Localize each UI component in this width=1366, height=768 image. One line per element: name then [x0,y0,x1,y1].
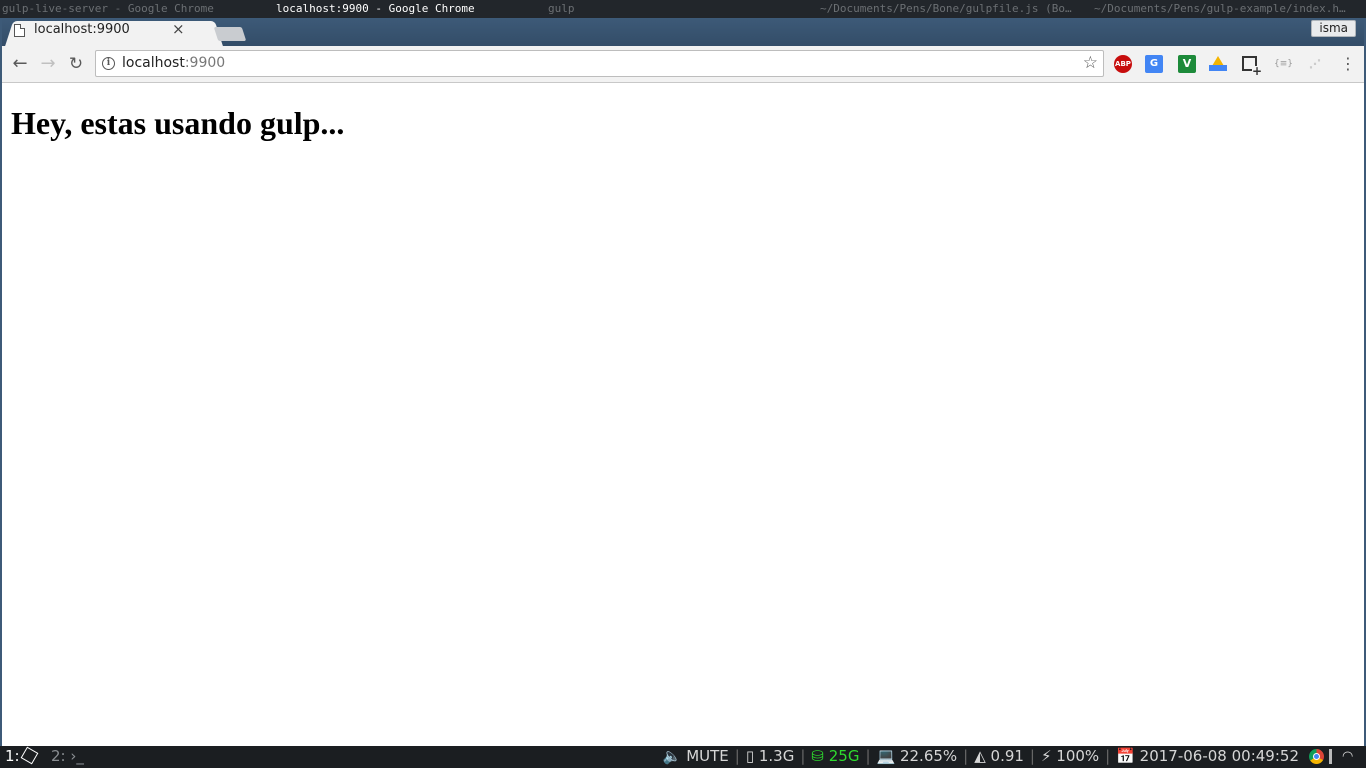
forward-arrow-icon[interactable]: → [38,54,58,74]
screenshot-crop-icon[interactable] [1242,56,1262,76]
reload-icon[interactable]: ↻ [66,54,86,74]
address-bar[interactable]: i localhost:9900 ☆ [95,50,1104,77]
adblock-plus-icon[interactable]: ABP [1114,55,1132,73]
bookmark-star-icon[interactable]: ☆ [1083,53,1098,73]
page-file-icon [14,24,25,37]
codepen-icon [20,746,38,765]
v-extension-icon[interactable]: V [1178,55,1196,73]
page-viewport: Hey, estas usando gulp... [2,84,1364,746]
json-formatter-icon[interactable]: {≡} [1274,55,1293,73]
url-port: :9900 [184,55,226,71]
tab-strip: localhost:9900 × isma [2,18,1364,47]
separator: | [963,747,969,765]
datetime-status: 📅 2017-06-08 00:49:52 [1116,747,1299,765]
tab-close-icon[interactable]: × [172,20,185,38]
status-blocks: 🔈 MUTE | ▯ 1.3G | ⛁ 25G | 💻 22.65% | ◭ 0.91 |… [658,747,1360,765]
load-status: ◭ 0.91 [974,747,1024,765]
network-tray-icon[interactable] [1329,748,1337,764]
window-title-5[interactable]: ~/Documents/Pens/gulp-example/index.h… [1094,2,1346,15]
google-translate-icon[interactable]: G [1145,55,1163,73]
workspace-1[interactable]: 1: [5,746,38,765]
back-arrow-icon[interactable]: ← [10,54,30,74]
page-heading: Hey, estas usando gulp... [11,105,345,141]
url-text[interactable]: localhost:9900 [122,55,225,71]
separator: | [865,747,871,765]
separator: | [734,747,740,765]
site-info-icon[interactable]: i [102,57,115,70]
volume-status[interactable]: 🔈 MUTE [658,747,734,765]
window-title-bar: gulp-live-server - Google Chrome localho… [0,0,1366,18]
url-host: localhost [122,55,185,71]
wifi-tray-icon[interactable]: ◠ [1342,749,1360,764]
browser-window: localhost:9900 × isma ← → ↻ i localhost:… [0,18,1366,746]
battery-status: ⚡ 100% [1040,747,1100,765]
window-title-3[interactable]: gulp [548,2,575,15]
workspace-1-label: 1: [5,747,20,765]
i3-status-bar: 1: 2: ›_ 🔈 MUTE | ▯ 1.3G | ⛁ 25G | 💻 22.65%… [0,746,1366,768]
google-drive-icon[interactable] [1209,56,1227,71]
browser-toolbar: ← → ↻ i localhost:9900 ☆ ABP G V {≡} ⋰ ⋮ [2,46,1364,83]
new-tab-button[interactable] [213,27,247,41]
window-title-1[interactable]: gulp-live-server - Google Chrome [2,2,214,15]
window-title-2-active[interactable]: localhost:9900 - Google Chrome [276,2,475,15]
memory-status: ▯ 1.3G [745,747,795,765]
workspace-2[interactable]: 2: ›_ [51,747,84,765]
separator: | [800,747,806,765]
disk-status: ⛁ 25G [811,747,860,765]
tab-title: localhost:9900 [34,22,130,37]
chrome-menu-icon[interactable]: ⋮ [1340,54,1356,74]
separator: | [1029,747,1035,765]
extension-icon[interactable]: ⋰ [1306,55,1324,73]
window-title-4[interactable]: ~/Documents/Pens/Bone/gulpfile.js (Bo… [820,2,1072,15]
cpu-status: 💻 22.65% [876,747,958,765]
separator: | [1105,747,1111,765]
profile-button[interactable]: isma [1311,20,1356,37]
chrome-tray-icon[interactable] [1309,748,1324,764]
